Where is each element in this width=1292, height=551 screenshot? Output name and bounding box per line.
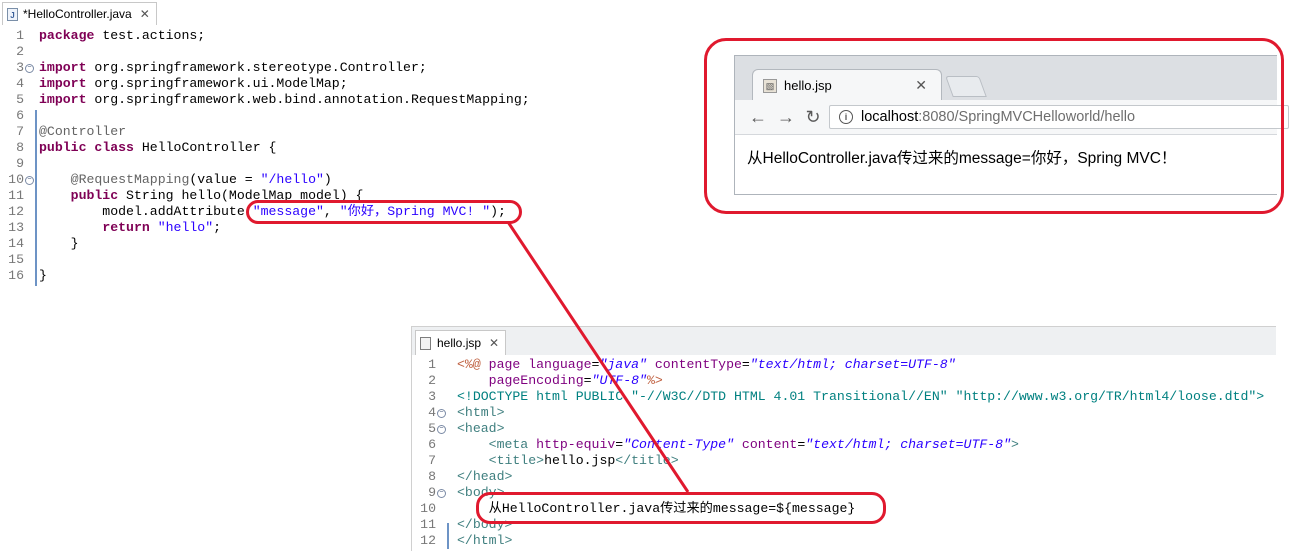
connector-lines bbox=[506, 221, 690, 493]
connector-line bbox=[506, 221, 690, 493]
